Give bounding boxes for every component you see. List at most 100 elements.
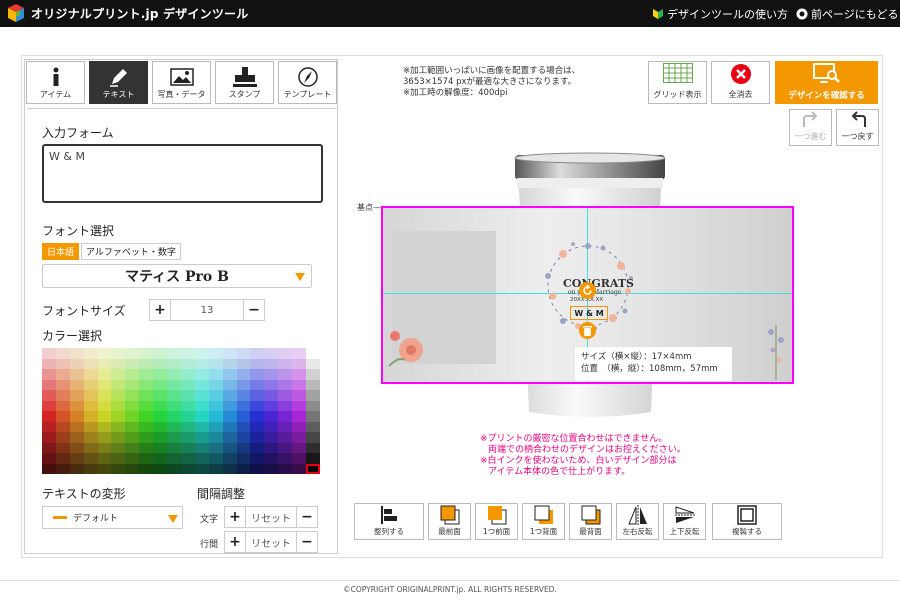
color-swatch[interactable] <box>69 453 84 464</box>
color-swatch[interactable] <box>167 379 181 390</box>
color-swatch[interactable] <box>153 411 168 422</box>
color-swatch[interactable] <box>208 432 223 443</box>
color-swatch[interactable] <box>153 432 168 443</box>
back-link[interactable]: 前ページにもどる <box>796 6 899 22</box>
color-swatch[interactable] <box>222 463 237 474</box>
redo-button[interactable]: 一つ進む <box>789 109 832 146</box>
color-swatch[interactable] <box>180 463 195 474</box>
color-swatch[interactable] <box>194 411 209 422</box>
color-swatch[interactable] <box>306 432 320 443</box>
color-swatch[interactable] <box>42 358 56 369</box>
color-swatch[interactable] <box>139 453 154 464</box>
color-swatch[interactable] <box>167 442 181 453</box>
color-swatch[interactable] <box>153 348 168 359</box>
color-swatch[interactable] <box>222 348 237 359</box>
color-swatch[interactable] <box>153 390 168 401</box>
color-swatch[interactable] <box>250 453 265 464</box>
flower-graphic-right[interactable] <box>761 320 791 380</box>
color-swatch[interactable] <box>306 390 320 401</box>
color-swatch[interactable] <box>111 348 126 359</box>
color-swatch[interactable] <box>42 400 56 411</box>
flip-horizontal-button[interactable]: 左右反転 <box>616 503 659 540</box>
color-swatch[interactable] <box>208 453 223 464</box>
color-swatch[interactable] <box>97 348 112 359</box>
color-swatch[interactable] <box>167 400 181 411</box>
color-swatch[interactable] <box>153 442 168 453</box>
send-backward-button[interactable]: 1つ背面 <box>522 503 565 540</box>
color-swatch[interactable] <box>194 358 209 369</box>
color-swatch[interactable] <box>55 411 70 422</box>
color-swatch[interactable] <box>83 463 98 474</box>
color-swatch[interactable] <box>194 379 209 390</box>
color-swatch[interactable] <box>306 453 320 464</box>
color-swatch[interactable] <box>236 442 251 453</box>
color-swatch[interactable] <box>97 390 112 401</box>
color-swatch[interactable] <box>306 379 320 390</box>
color-swatch[interactable] <box>278 411 293 422</box>
color-swatch[interactable] <box>250 400 265 411</box>
color-swatch[interactable] <box>292 358 307 369</box>
color-swatch[interactable] <box>250 358 265 369</box>
color-swatch[interactable] <box>292 348 307 359</box>
color-swatch[interactable] <box>250 442 265 453</box>
color-palette[interactable] <box>42 348 320 474</box>
color-swatch[interactable] <box>125 348 140 359</box>
color-swatch[interactable] <box>306 400 320 411</box>
color-swatch[interactable] <box>250 421 265 432</box>
color-swatch[interactable] <box>111 379 126 390</box>
color-swatch[interactable] <box>111 432 126 443</box>
color-swatch[interactable] <box>111 358 126 369</box>
color-swatch[interactable] <box>55 442 70 453</box>
tab-template[interactable]: テンプレート <box>278 61 337 104</box>
color-swatch[interactable] <box>167 411 181 422</box>
color-swatch[interactable] <box>153 453 168 464</box>
color-swatch[interactable] <box>292 379 307 390</box>
color-swatch[interactable] <box>125 358 140 369</box>
color-swatch[interactable] <box>236 358 251 369</box>
color-swatch[interactable] <box>292 463 307 474</box>
clear-all-button[interactable]: 全消去 <box>711 61 770 104</box>
color-swatch[interactable] <box>125 400 140 411</box>
flower-graphic-left[interactable] <box>385 326 433 372</box>
color-swatch[interactable] <box>278 400 293 411</box>
color-swatch[interactable] <box>180 400 195 411</box>
color-swatch[interactable] <box>139 421 154 432</box>
color-swatch[interactable] <box>194 369 209 380</box>
color-swatch[interactable] <box>83 379 98 390</box>
color-swatch[interactable] <box>55 463 70 474</box>
color-swatch[interactable] <box>97 358 112 369</box>
color-swatch[interactable] <box>111 369 126 380</box>
color-swatch[interactable] <box>111 442 126 453</box>
color-swatch[interactable] <box>167 348 181 359</box>
color-swatch[interactable] <box>236 453 251 464</box>
color-swatch[interactable] <box>236 432 251 443</box>
color-swatch[interactable] <box>83 421 98 432</box>
color-swatch[interactable] <box>236 348 251 359</box>
logo[interactable]: オリジナルプリント.jp デザインツール <box>6 3 248 23</box>
rotate-handle[interactable] <box>579 282 596 299</box>
color-swatch[interactable] <box>278 463 293 474</box>
color-swatch[interactable] <box>139 348 154 359</box>
color-swatch[interactable] <box>222 369 237 380</box>
color-swatch[interactable] <box>111 463 126 474</box>
color-swatch[interactable] <box>83 390 98 401</box>
color-swatch[interactable] <box>180 348 195 359</box>
color-swatch[interactable] <box>167 358 181 369</box>
color-swatch[interactable] <box>180 358 195 369</box>
color-swatch[interactable] <box>278 379 293 390</box>
color-swatch[interactable] <box>306 358 320 369</box>
color-swatch[interactable] <box>194 442 209 453</box>
color-swatch[interactable] <box>111 453 126 464</box>
color-swatch[interactable] <box>292 421 307 432</box>
color-swatch[interactable] <box>264 369 279 380</box>
color-swatch[interactable] <box>180 369 195 380</box>
color-swatch[interactable] <box>208 358 223 369</box>
color-swatch[interactable] <box>111 400 126 411</box>
color-swatch[interactable] <box>208 369 223 380</box>
color-swatch[interactable] <box>292 400 307 411</box>
color-swatch[interactable] <box>167 421 181 432</box>
color-swatch[interactable] <box>180 432 195 443</box>
color-swatch[interactable] <box>180 421 195 432</box>
color-swatch[interactable] <box>55 390 70 401</box>
color-swatch[interactable] <box>278 348 293 359</box>
